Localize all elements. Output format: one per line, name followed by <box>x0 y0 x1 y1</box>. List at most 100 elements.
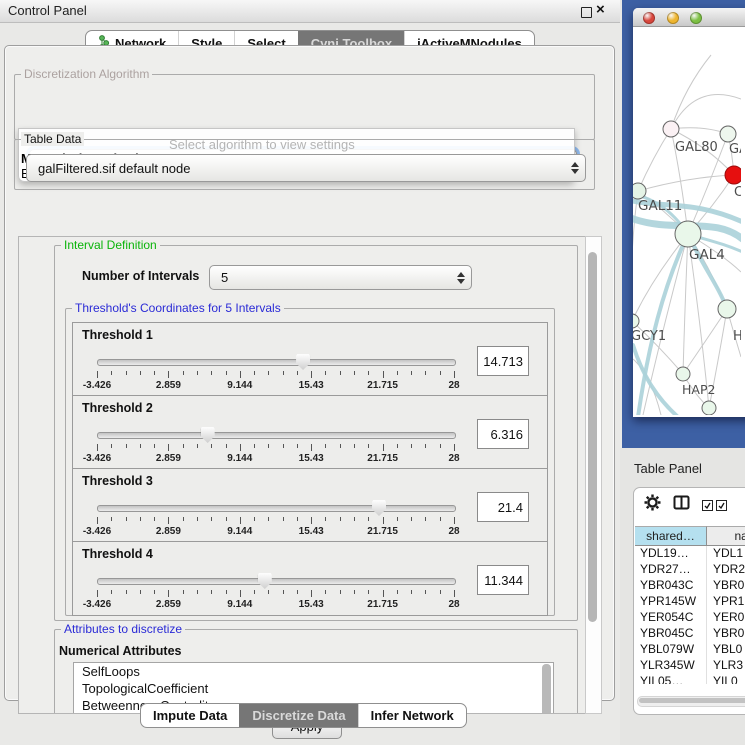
network-edge[interactable] <box>638 175 734 191</box>
network-node[interactable] <box>676 367 690 381</box>
slider-tick <box>183 371 184 375</box>
close-icon[interactable]: × <box>596 1 605 18</box>
table-row[interactable]: YPR145WYPR1 <box>635 594 745 610</box>
slider-tick <box>311 371 312 378</box>
cell-name: YLR3 <box>707 658 745 674</box>
slider-track[interactable] <box>97 505 456 512</box>
tab-discretize-data[interactable]: Discretize Data <box>239 704 357 727</box>
zoom-traffic-light-icon[interactable] <box>690 12 702 24</box>
column-header-shared-name[interactable]: shared… <box>635 526 707 546</box>
slider-thumb[interactable] <box>201 427 215 443</box>
slider-tick <box>140 517 141 521</box>
slider-tick <box>325 517 326 521</box>
table-row[interactable]: YER054CYER0 <box>635 610 745 626</box>
table-row[interactable]: YDR27…YDR2 <box>635 562 745 578</box>
cell-shared-name: YBR045C <box>635 626 707 642</box>
network-canvas[interactable]: GAL80GACGAL11GAL4GCY1HHAP2 <box>633 27 741 415</box>
attributes-scrollbar[interactable] <box>542 664 551 714</box>
threshold-value[interactable]: 11.344 <box>477 565 529 595</box>
slider-tick <box>268 371 269 375</box>
split-columns-icon[interactable] <box>673 495 690 515</box>
slider-tick-label: 21.715 <box>361 526 405 537</box>
slider-tick <box>168 444 169 451</box>
network-node[interactable] <box>702 401 716 415</box>
table-horizontal-scrollbar[interactable] <box>637 696 745 707</box>
number-of-intervals-select[interactable]: 5 <box>209 265 472 290</box>
gear-icon[interactable] <box>644 494 661 516</box>
slider-tick <box>354 517 355 521</box>
table-data-group: Table Data galFiltered.sif default node <box>14 139 595 190</box>
threshold-panel: Threshold 1-3.4262.8599.14415.4321.71528… <box>72 322 548 397</box>
network-node[interactable] <box>718 300 736 318</box>
slider-thumb[interactable] <box>296 354 310 370</box>
slider-thumb[interactable] <box>372 500 386 516</box>
tab-label: Discretize Data <box>252 708 345 723</box>
threshold-label: Threshold 2 <box>82 401 153 415</box>
settings-scroll-area: Interval Definition Number of Intervals … <box>18 236 602 714</box>
slider-tick <box>311 444 312 451</box>
network-edge[interactable] <box>671 94 741 129</box>
slider-tick <box>97 590 98 597</box>
minimize-traffic-light-icon[interactable] <box>667 12 679 24</box>
discretization-algorithm-title: Discretization Algorithm <box>21 67 152 81</box>
threshold-value[interactable]: 6.316 <box>477 419 529 449</box>
slider-tick <box>254 590 255 594</box>
slider-track[interactable] <box>97 432 456 439</box>
checked-checkbox-icon[interactable] <box>702 500 713 511</box>
column-header-name[interactable]: name <box>707 526 745 546</box>
scrollbar-thumb[interactable] <box>588 252 597 622</box>
network-node[interactable] <box>720 126 736 142</box>
cell-shared-name: YBR043C <box>635 578 707 594</box>
network-node-label: GAL4 <box>689 247 725 263</box>
tab-infer-network[interactable]: Infer Network <box>358 704 466 727</box>
close-traffic-light-icon[interactable] <box>643 12 655 24</box>
float-window-icon[interactable] <box>581 7 592 18</box>
attribute-list-item[interactable]: SelfLoops <box>74 663 553 680</box>
interval-definition-title: Interval Definition <box>61 238 160 252</box>
scrollbar-thumb[interactable] <box>639 698 745 703</box>
network-node[interactable] <box>675 221 701 247</box>
slider-tick <box>340 371 341 375</box>
network-node[interactable] <box>633 183 646 199</box>
table-row[interactable]: YDL19…YDL1 <box>635 546 745 562</box>
slider-track[interactable] <box>97 578 456 585</box>
slider-tick <box>154 371 155 375</box>
network-window-titlebar[interactable] <box>633 8 745 27</box>
network-edge[interactable] <box>683 234 688 374</box>
network-node[interactable] <box>725 166 741 184</box>
window-title: Control Panel <box>8 3 87 18</box>
slider-tick <box>197 371 198 375</box>
slider-tick <box>454 371 455 378</box>
table-data-select[interactable]: galFiltered.sif default node <box>26 154 586 182</box>
cytoscape-desktop: GAL80GACGAL11GAL4GCY1HHAP2 <box>622 0 745 448</box>
tab-label: Infer Network <box>371 708 454 723</box>
network-edge[interactable] <box>683 309 727 374</box>
slider-tick <box>311 517 312 524</box>
slider-tick <box>297 517 298 521</box>
panel-vertical-scrollbar[interactable] <box>585 236 602 714</box>
slider-track[interactable] <box>97 359 456 366</box>
slider-tick-label: 28 <box>432 380 476 391</box>
cell-shared-name: YBL079W <box>635 642 707 658</box>
threshold-value[interactable]: 21.4 <box>477 492 529 522</box>
network-edge[interactable] <box>638 129 671 191</box>
network-node[interactable] <box>663 121 679 137</box>
network-view-window[interactable]: GAL80GACGAL11GAL4GCY1HHAP2 <box>633 8 745 417</box>
slider-tick-label: 21.715 <box>361 453 405 464</box>
network-node-label: C <box>734 185 741 200</box>
table-row[interactable]: YLR345WYLR3 <box>635 658 745 674</box>
slider-tick <box>425 517 426 521</box>
slider-thumb[interactable] <box>258 573 272 589</box>
tab-impute-data[interactable]: Impute Data <box>141 704 239 727</box>
table-row[interactable]: YBR043CYBR0 <box>635 578 745 594</box>
table-row[interactable]: YIL05…YIL0 <box>635 674 745 684</box>
slider-tick <box>283 590 284 594</box>
attribute-list-item[interactable]: TopologicalCoefficient <box>74 680 553 697</box>
table-row[interactable]: YBR045CYBR0 <box>635 626 745 642</box>
table-row[interactable]: YBL079WYBL0 <box>635 642 745 658</box>
network-node[interactable] <box>633 314 639 328</box>
threshold-value[interactable]: 14.713 <box>477 346 529 376</box>
slider-tick <box>254 517 255 521</box>
slider-tick <box>383 590 384 597</box>
checked-checkbox-icon[interactable] <box>716 500 727 511</box>
